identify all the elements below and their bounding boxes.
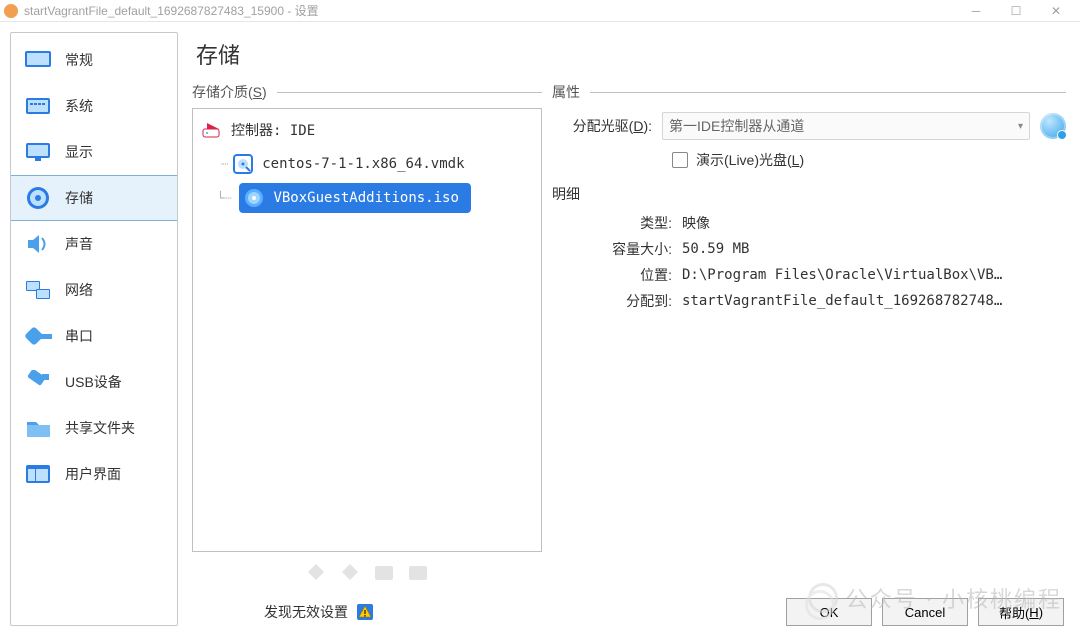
detail-type-label: 类型: <box>552 213 682 233</box>
iso-label: VBoxGuestAdditions.iso <box>273 190 458 206</box>
settings-sidebar: 常规 系统 显示 存储 声音 <box>10 32 178 626</box>
live-cd-label: 演示(Live)光盘(L) <box>696 150 804 170</box>
detail-size-value: 50.59 MB <box>682 241 1066 257</box>
optical-drive-dropdown[interactable]: 第一IDE控制器从通道 ▾ <box>662 112 1030 140</box>
iso-row[interactable]: └┈ VBoxGuestAdditions.iso <box>193 181 541 215</box>
sidebar-item-serial[interactable]: 串口 <box>11 313 177 359</box>
detail-attached-label: 分配到: <box>552 291 682 311</box>
right-panel: 存储 存储介质(S) 控制器: IDE ┈ <box>188 32 1070 626</box>
dropdown-value: 第一IDE控制器从通道 <box>669 116 1018 136</box>
invalid-settings-warning[interactable]: 发现无效设置 <box>194 602 374 622</box>
attributes-header: 属性 <box>552 82 1066 102</box>
tree-toolbar <box>192 552 542 588</box>
folder-icon <box>21 414 57 442</box>
detail-attached-value: startVagrantFile_default_169268782748… <box>682 293 1066 309</box>
cancel-button[interactable]: Cancel <box>882 598 968 626</box>
ui-icon <box>21 460 57 488</box>
window-titlebar: startVagrantFile_default_1692687827483_1… <box>0 0 1080 22</box>
detail-attached-row: 分配到: startVagrantFile_default_1692687827… <box>552 288 1066 314</box>
storage-icon <box>21 184 57 212</box>
live-cd-checkbox[interactable] <box>672 152 688 168</box>
sidebar-item-display[interactable]: 显示 <box>11 129 177 175</box>
sidebar-item-shared-folders[interactable]: 共享文件夹 <box>11 405 177 451</box>
sidebar-item-label: 串口 <box>65 326 93 346</box>
divider-line <box>590 92 1066 93</box>
add-controller-icon[interactable] <box>304 560 328 584</box>
dialog-footer: 发现无效设置 OK Cancel 帮助(H) <box>188 588 1070 626</box>
optical-drive-label: 分配光驱(D): <box>552 116 662 136</box>
storage-media-section: 存储介质(S) 控制器: IDE ┈ c <box>192 82 542 588</box>
general-icon <box>21 46 57 74</box>
help-button[interactable]: 帮助(H) <box>978 598 1064 626</box>
controller-icon <box>201 119 223 141</box>
warning-icon <box>356 603 374 621</box>
sidebar-item-general[interactable]: 常规 <box>11 37 177 83</box>
sidebar-item-storage[interactable]: 存储 <box>11 175 177 221</box>
maximize-button[interactable]: ☐ <box>996 0 1036 22</box>
sidebar-item-label: 声音 <box>65 234 93 254</box>
divider-line <box>277 92 542 93</box>
storage-tree[interactable]: 控制器: IDE ┈ centos-7-1-1.x86_64.vmdk └┈ <box>192 108 542 552</box>
optical-disc-icon <box>243 187 265 209</box>
choose-disk-button[interactable] <box>1040 113 1066 139</box>
controller-row[interactable]: 控制器: IDE <box>193 113 541 147</box>
detail-location-label: 位置: <box>552 265 682 285</box>
details-header: 明细 <box>552 184 1066 204</box>
window-title: startVagrantFile_default_1692687827483_1… <box>24 2 319 19</box>
audio-icon <box>21 230 57 258</box>
window-body: 常规 系统 显示 存储 声音 <box>0 22 1080 636</box>
storage-media-header: 存储介质(S) <box>192 82 542 102</box>
minimize-button[interactable]: ─ <box>956 0 996 22</box>
serial-icon <box>21 322 57 350</box>
sidebar-item-network[interactable]: 网络 <box>11 267 177 313</box>
detail-location-value: D:\Program Files\Oracle\VirtualBox\VB… <box>682 267 1066 283</box>
close-button[interactable]: ✕ <box>1036 0 1076 22</box>
disk-row[interactable]: ┈ centos-7-1-1.x86_64.vmdk <box>193 147 541 181</box>
page-title: 存储 <box>188 32 1070 82</box>
add-attachment-icon[interactable] <box>372 560 396 584</box>
sidebar-item-label: 共享文件夹 <box>65 418 135 438</box>
chevron-down-icon: ▾ <box>1018 121 1023 132</box>
display-icon <box>21 138 57 166</box>
live-cd-row[interactable]: 演示(Live)光盘(L) <box>552 144 1066 180</box>
tree-connector: ┈ <box>221 157 228 171</box>
sidebar-item-label: 存储 <box>65 188 93 208</box>
hdd-icon <box>232 153 254 175</box>
attributes-section: 属性 分配光驱(D): 第一IDE控制器从通道 ▾ 演示(Live)光盘(L) <box>552 82 1066 588</box>
iso-selected-pill: VBoxGuestAdditions.iso <box>239 183 470 213</box>
storage-media-label: 存储介质(S) <box>192 82 273 102</box>
system-icon <box>21 92 57 120</box>
sidebar-item-label: 网络 <box>65 280 93 300</box>
window-controls: ─ ☐ ✕ <box>956 0 1076 22</box>
optical-drive-row: 分配光驱(D): 第一IDE控制器从通道 ▾ <box>552 108 1066 144</box>
remove-controller-icon[interactable] <box>338 560 362 584</box>
sidebar-item-label: 系统 <box>65 96 93 116</box>
disk-label: centos-7-1-1.x86_64.vmdk <box>262 156 464 172</box>
warning-text: 发现无效设置 <box>264 602 348 622</box>
network-icon <box>21 276 57 304</box>
usb-icon <box>21 368 57 396</box>
sidebar-item-usb[interactable]: USB设备 <box>11 359 177 405</box>
tree-connector: └┈ <box>217 191 231 205</box>
sidebar-item-user-interface[interactable]: 用户界面 <box>11 451 177 497</box>
sidebar-item-label: 显示 <box>65 142 93 162</box>
sidebar-item-audio[interactable]: 声音 <box>11 221 177 267</box>
settings-gear-icon <box>4 4 18 18</box>
detail-type-row: 类型: 映像 <box>552 210 1066 236</box>
detail-size-row: 容量大小: 50.59 MB <box>552 236 1066 262</box>
remove-attachment-icon[interactable] <box>406 560 430 584</box>
detail-type-value: 映像 <box>682 213 1066 233</box>
detail-location-row: 位置: D:\Program Files\Oracle\VirtualBox\V… <box>552 262 1066 288</box>
detail-size-label: 容量大小: <box>552 239 682 259</box>
sidebar-item-label: USB设备 <box>65 372 122 392</box>
ok-button[interactable]: OK <box>786 598 872 626</box>
sidebar-item-system[interactable]: 系统 <box>11 83 177 129</box>
page-content: 存储介质(S) 控制器: IDE ┈ c <box>188 82 1070 588</box>
controller-label: 控制器: IDE <box>231 120 315 140</box>
sidebar-item-label: 常规 <box>65 50 93 70</box>
attributes-label: 属性 <box>552 82 586 102</box>
sidebar-item-label: 用户界面 <box>65 464 121 484</box>
